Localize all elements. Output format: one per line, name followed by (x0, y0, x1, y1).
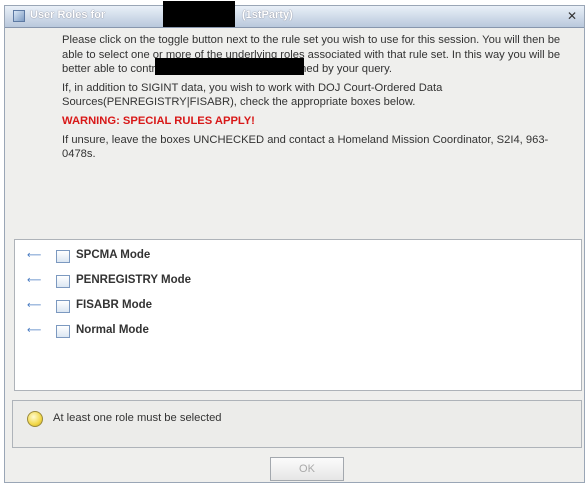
window-app-icon (13, 10, 25, 22)
title-redaction-bar (163, 1, 235, 27)
expand-arrow-icon[interactable]: ⟵ (27, 276, 41, 286)
fisabr-mode-checkbox[interactable] (56, 300, 70, 313)
window-title-suffix: (1stParty) (242, 9, 293, 21)
penregistry-mode-checkbox[interactable] (56, 275, 70, 288)
expand-arrow-icon[interactable]: ⟵ (27, 251, 41, 261)
instructions-paragraph-2: If, in addition to SIGINT data, you wish… (62, 81, 443, 109)
user-roles-dialog: User Roles for (1stParty) ✕ Please click… (4, 1, 585, 483)
mode-label: PENREGISTRY Mode (76, 274, 192, 286)
mode-label: SPCMA Mode (76, 249, 151, 261)
body-redaction-bar (155, 58, 304, 75)
status-panel: At least one role must be selected (12, 400, 582, 448)
modes-list: ⟵ SPCMA Mode ⟵ PENREGISTRY Mode ⟵ FISABR… (14, 239, 582, 391)
close-icon[interactable]: ✕ (565, 9, 579, 23)
warning-text: WARNING: SPECIAL RULES APPLY! (62, 114, 255, 127)
spcma-mode-checkbox[interactable] (56, 250, 70, 263)
instructions-text: Please click on the toggle button next t… (62, 33, 562, 166)
title-bar[interactable]: User Roles for (1stParty) ✕ (5, 1, 584, 28)
normal-mode-checkbox[interactable] (56, 325, 70, 338)
expand-arrow-icon[interactable]: ⟵ (27, 326, 41, 336)
instructions-paragraph-1: Please click on the toggle button next t… (62, 34, 561, 76)
lightbulb-icon (27, 411, 43, 427)
ok-button[interactable]: OK (270, 457, 344, 481)
mode-label: FISABR Mode (76, 299, 153, 311)
window-title: User Roles for (30, 9, 106, 21)
mode-label: Normal Mode (76, 324, 149, 336)
expand-arrow-icon[interactable]: ⟵ (27, 301, 41, 311)
status-message: At least one role must be selected (53, 412, 222, 424)
instructions-paragraph-3: If unsure, leave the boxes UNCHECKED and… (62, 133, 549, 161)
